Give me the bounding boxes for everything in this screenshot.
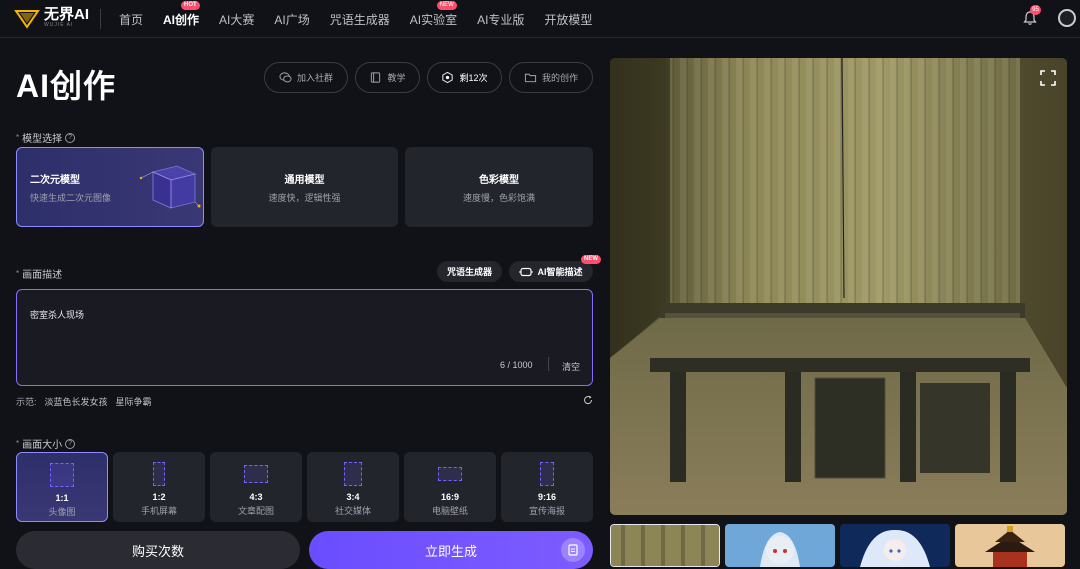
size-name: 头像图 <box>48 507 76 517</box>
size-ratio: 9:16 <box>537 492 556 502</box>
generated-image-preview[interactable] <box>610 58 1067 515</box>
main-nav: 首页 AI创作 HOT AI大赛 AI广场 咒语生成器 AI实验室 NEW AI专业… <box>119 0 612 38</box>
model-subtitle: 速度慢，色彩饱满 <box>462 192 535 203</box>
model-card-color[interactable]: 色彩模型 速度慢，色彩饱满 <box>405 147 593 227</box>
model-card-anime[interactable]: 二次元模型 快速生成二次元图像 <box>16 147 204 227</box>
generate-button[interactable]: 立即生成 <box>309 531 593 569</box>
model-section-label: * 模型选择 ? <box>16 130 76 145</box>
magic-icon <box>519 267 534 276</box>
size-card-3-4[interactable]: 3:4 社交媒体 <box>307 452 399 522</box>
required-mark: * <box>16 133 20 142</box>
cube-icon <box>139 165 201 209</box>
nav-ai-lab[interactable]: AI实验室 NEW <box>410 0 457 28</box>
size-ratio: 1:1 <box>55 493 69 503</box>
book-icon <box>371 72 381 83</box>
refresh-icon[interactable] <box>583 395 593 405</box>
model-subtitle: 快速生成二次元图像 <box>30 192 112 203</box>
help-icon[interactable]: ? <box>65 438 76 449</box>
char-count: 6 / 1000 <box>500 360 533 370</box>
crime-scene-room-image <box>610 58 1067 515</box>
size-card-16-9[interactable]: 16:9 电脑壁纸 <box>404 452 496 522</box>
ai-describe-button[interactable]: AI智能描述 NEW <box>509 255 601 282</box>
nav-spell-generator[interactable]: 咒语生成器 <box>330 11 390 28</box>
ratio-frame-icon <box>344 462 362 486</box>
required-mark: * <box>16 439 20 448</box>
fullscreen-icon[interactable] <box>1038 68 1058 88</box>
model-subtitle: 速度快，逻辑性强 <box>268 192 341 203</box>
page-title: AI创作 <box>16 68 117 104</box>
size-card-1-2[interactable]: 1:2 手机屏幕 <box>113 452 205 522</box>
chat-icon <box>279 72 292 83</box>
size-name: 社交媒体 <box>334 506 371 516</box>
spell-generator-button[interactable]: 咒语生成器 <box>437 261 502 282</box>
thumbnail-4[interactable] <box>955 524 1065 567</box>
thumbnail-room-image <box>611 525 719 566</box>
new-badge: NEW <box>581 255 601 264</box>
avatar[interactable] <box>1058 9 1076 27</box>
ratio-frame-icon <box>438 467 462 481</box>
clear-button[interactable]: 清空 <box>562 360 580 373</box>
logo[interactable]: 无界AI WUJIE AI <box>14 7 89 29</box>
join-community-button[interactable]: 加入社群 <box>264 62 348 93</box>
size-card-9-16[interactable]: 9:16 宣传海报 <box>501 452 593 522</box>
thumbnail-temple-image <box>955 524 1065 567</box>
size-name: 宣传海报 <box>528 506 565 516</box>
logo-text: 无界AI <box>44 6 90 23</box>
tutorial-button[interactable]: 教学 <box>355 62 420 93</box>
size-name: 文章配图 <box>237 506 274 516</box>
prompt-text[interactable]: 密室杀人现场 <box>30 308 84 321</box>
size-ratio: 3:4 <box>346 492 360 502</box>
model-title: 通用模型 <box>284 174 325 186</box>
top-header: 无界AI WUJIE AI 首页 AI创作 HOT AI大赛 AI广场 咒语生成器… <box>0 0 1080 38</box>
document-icon <box>561 538 585 562</box>
thumbnail-1[interactable] <box>610 524 720 567</box>
thumbnail-anime-girl-image <box>840 524 950 567</box>
thumbnail-anime-girl-image <box>725 524 835 567</box>
remaining-count-button[interactable]: 剩12次 <box>427 62 502 93</box>
ratio-frame-icon <box>244 465 268 483</box>
model-card-general[interactable]: 通用模型 速度快，逻辑性强 <box>211 147 398 227</box>
nav-ai-contest[interactable]: AI大赛 <box>219 11 254 28</box>
buy-credits-button[interactable]: 购买次数 <box>16 531 300 569</box>
header-divider <box>100 9 101 29</box>
size-ratio: 1:2 <box>152 492 166 502</box>
folder-icon <box>524 73 537 83</box>
model-title: 色彩模型 <box>479 174 519 186</box>
size-card-4-3[interactable]: 4:3 文章配图 <box>210 452 302 522</box>
thumbnail-2[interactable] <box>725 524 835 567</box>
nav-ai-plaza[interactable]: AI广场 <box>274 11 309 28</box>
example-item[interactable]: 淡蓝色长发女孩 <box>45 395 108 408</box>
prompt-textarea[interactable]: 密室杀人现场 6 / 1000 清空 <box>16 289 593 386</box>
help-icon[interactable]: ? <box>65 132 76 143</box>
ratio-frame-icon <box>153 462 165 486</box>
size-name: 手机屏幕 <box>140 506 177 516</box>
hexagon-icon <box>442 71 454 84</box>
required-mark: * <box>16 269 20 278</box>
size-section-label: * 画面大小 ? <box>16 436 76 451</box>
prompt-section-label: * 画面描述 <box>16 269 63 281</box>
thumbnail-3[interactable] <box>840 524 950 567</box>
model-title: 二次元模型 <box>30 174 80 186</box>
example-item[interactable]: 星际争霸 <box>116 395 152 408</box>
size-ratio: 4:3 <box>249 492 263 502</box>
nav-home[interactable]: 首页 <box>119 11 143 28</box>
size-ratio: 16:9 <box>440 492 459 502</box>
nav-ai-create[interactable]: AI创作 HOT <box>163 0 200 28</box>
nav-ai-pro[interactable]: AI专业版 <box>477 11 524 28</box>
size-name: 电脑壁纸 <box>431 506 468 516</box>
example-prompts: 示范: 淡蓝色长发女孩 星际争霸 <box>16 395 152 408</box>
new-badge: NEW <box>436 0 457 10</box>
count-divider <box>548 357 549 371</box>
nav-open-model[interactable]: 开放模型 <box>544 11 592 28</box>
examples-label: 示范: <box>16 397 37 407</box>
my-creations-button[interactable]: 我的创作 <box>509 62 593 93</box>
logo-mark-icon <box>14 10 40 29</box>
ratio-frame-icon <box>50 463 74 487</box>
notification-badge: 95 <box>1030 5 1041 15</box>
ratio-frame-icon <box>540 462 554 486</box>
size-card-1-1[interactable]: 1:1 头像图 <box>16 452 108 522</box>
hot-badge: HOT <box>181 0 200 10</box>
